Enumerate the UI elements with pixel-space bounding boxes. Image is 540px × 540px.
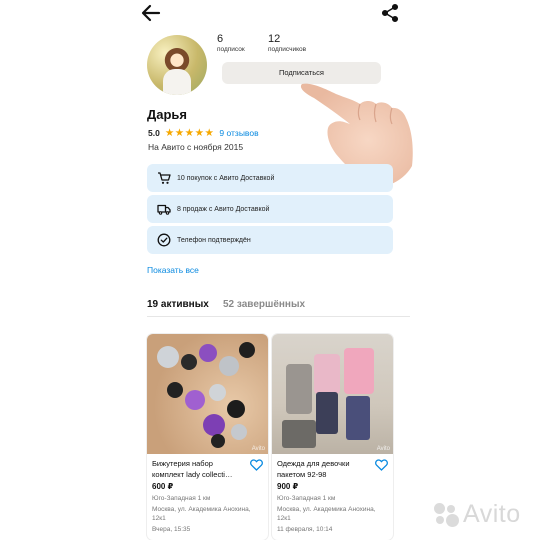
- profile-name: Дарья: [147, 107, 188, 122]
- avito-watermark-text: Avito: [463, 500, 521, 528]
- listing-metro: Юго-Западная 1 км: [277, 495, 336, 502]
- badge-purchases: 10 покупок с Авито Доставкой: [147, 164, 393, 192]
- rating-value: 5.0: [148, 128, 160, 138]
- tab-completed-listings[interactable]: 52 завершённых: [223, 299, 305, 310]
- listing-price: 600 ₽: [152, 482, 174, 491]
- favorite-heart-icon[interactable]: [250, 459, 263, 471]
- member-since: На Авито с ноября 2015: [148, 142, 244, 152]
- avatar[interactable]: [147, 35, 207, 95]
- listing-image[interactable]: Avito: [147, 334, 268, 454]
- followers-stat[interactable]: 12 подписчиков: [268, 33, 306, 54]
- listing-image[interactable]: Avito: [272, 334, 393, 454]
- badge-purchases-text: 10 покупок с Авито Доставкой: [177, 174, 275, 182]
- image-watermark: Avito: [376, 446, 390, 452]
- truck-icon: [157, 204, 171, 215]
- listing-card[interactable]: Avito Бижутерия набор комплект lady coll…: [147, 334, 268, 540]
- tab-active-listings[interactable]: 19 активных: [147, 299, 209, 310]
- tabs-divider: [147, 316, 410, 317]
- check-circle-icon: [157, 233, 171, 247]
- badge-sales-text: 8 продаж с Авито Доставкой: [177, 205, 270, 213]
- badge-sales: 8 продаж с Авито Доставкой: [147, 195, 393, 223]
- subscriptions-count: 6: [217, 33, 224, 45]
- badge-phone: Телефон подтверждён: [147, 226, 393, 254]
- followers-count: 12: [268, 33, 281, 45]
- listing-price: 900 ₽: [277, 482, 299, 491]
- avito-logo-icon: [432, 501, 460, 529]
- avito-watermark: Avito: [432, 500, 521, 529]
- listing-date: Вчера, 15:35: [152, 526, 191, 533]
- image-watermark: Avito: [251, 446, 265, 452]
- listing-title[interactable]: Бижутерия набор комплект lady collecti…: [152, 458, 247, 480]
- listing-card[interactable]: Avito Одежда для девочки пакетом 92-98 9…: [272, 334, 393, 540]
- share-button[interactable]: [380, 3, 400, 23]
- star-rating-icon: ★★★★★: [164, 127, 215, 139]
- share-icon: [381, 3, 399, 23]
- rating-row: 5.0 ★★★★★ 9 отзывов: [148, 127, 259, 139]
- subscriptions-label: подписок: [217, 46, 245, 53]
- listing-metro: Юго-Западная 1 км: [152, 495, 211, 502]
- listing-title[interactable]: Одежда для девочки пакетом 92-98: [277, 458, 372, 480]
- listing-date: 11 февраля, 10:14: [277, 526, 333, 533]
- followers-label: подписчиков: [268, 46, 307, 53]
- arrow-left-icon: [141, 4, 161, 22]
- listing-address: Москва, ул. Академика Анохина, 12к1: [152, 506, 251, 522]
- badge-phone-text: Телефон подтверждён: [177, 236, 251, 244]
- back-button[interactable]: [141, 4, 161, 22]
- show-all-link[interactable]: Показать все: [147, 265, 199, 275]
- favorite-heart-icon[interactable]: [375, 459, 388, 471]
- cart-icon: [158, 172, 171, 184]
- listing-address: Москва, ул. Академика Анохина, 12к1: [277, 506, 376, 522]
- subscriptions-stat[interactable]: 6 подписок: [217, 33, 245, 54]
- reviews-link[interactable]: 9 отзывов: [219, 128, 258, 138]
